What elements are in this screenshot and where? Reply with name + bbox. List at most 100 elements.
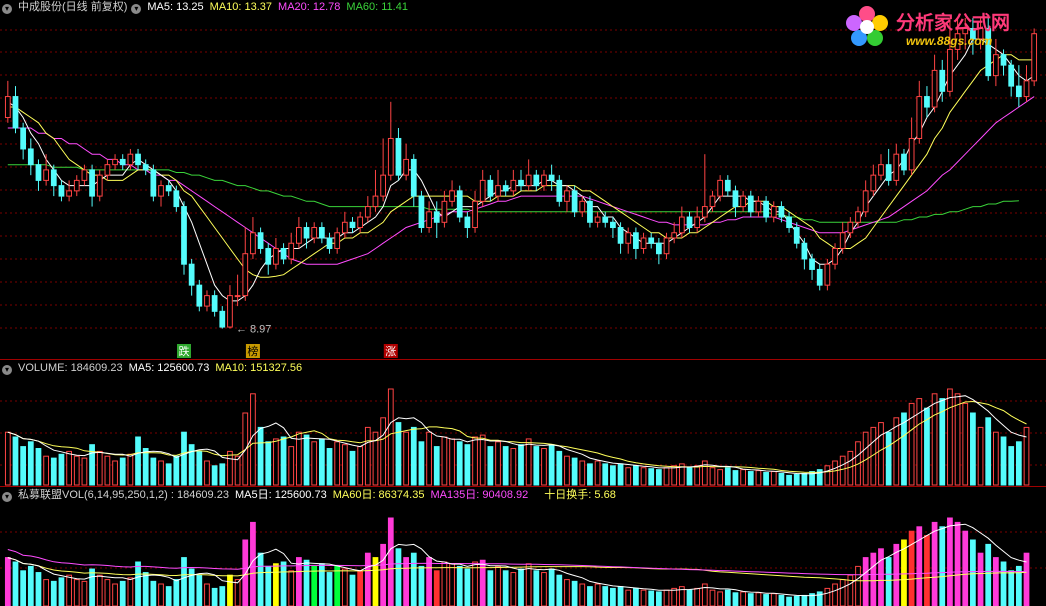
- candle: [633, 232, 639, 249]
- volume-bar: [518, 444, 524, 486]
- candle: [717, 179, 724, 197]
- volume-bar: [671, 465, 678, 486]
- candle: [433, 211, 440, 223]
- candle: [204, 295, 210, 307]
- volume-bar: [211, 465, 218, 486]
- volume-bar: [426, 431, 432, 486]
- volume-bar: [479, 434, 486, 486]
- dropdown-circle-icon[interactable]: ▾: [131, 4, 142, 14]
- dropdown-circle-icon[interactable]: ▾: [2, 4, 12, 14]
- candle: [20, 127, 27, 150]
- volume-bar: [579, 460, 586, 486]
- volume-bar: [303, 434, 310, 486]
- volume-bar: [127, 453, 134, 486]
- indicator-bar: [793, 595, 800, 606]
- candle: [403, 158, 409, 176]
- candle: [487, 179, 494, 197]
- candle: [104, 164, 111, 176]
- indicator-bar: [525, 563, 532, 606]
- candle: [939, 69, 946, 92]
- volume-bar: [740, 469, 746, 486]
- candle: [732, 190, 739, 208]
- candle: [587, 200, 593, 223]
- candle: [855, 211, 861, 223]
- volume-bar: [1000, 436, 1007, 486]
- candle: [27, 148, 34, 166]
- indicator-bar: [464, 568, 471, 606]
- volume-bar: [196, 450, 203, 486]
- candle: [824, 263, 831, 286]
- volume-bar: [142, 448, 149, 486]
- candle: [778, 206, 785, 218]
- candle: [311, 227, 318, 239]
- indicator-bar: [158, 583, 164, 606]
- volume-bar: [824, 465, 831, 486]
- indicator-bar: [977, 552, 984, 606]
- volume-bar: [732, 470, 739, 486]
- ma10-label: MA10: 13.37: [209, 1, 273, 13]
- candle: [188, 263, 195, 286]
- volume-bar: [594, 460, 601, 486]
- indicator-bar: [694, 587, 701, 606]
- dropdown-circle-icon[interactable]: ▾: [2, 492, 12, 502]
- volume-bar: [633, 465, 639, 486]
- event-marker-label: 榜: [247, 344, 258, 358]
- ma20-label: MA20: 12.78: [278, 1, 341, 13]
- indicator-bar: [487, 570, 494, 606]
- indicator-bar: [885, 557, 892, 606]
- indicator-bar: [395, 548, 402, 606]
- volume-bar: [119, 457, 126, 486]
- low-price-label: ← 8.97: [236, 324, 271, 336]
- volume-bar: [717, 469, 724, 486]
- candle: [556, 179, 563, 202]
- volume-bar: [502, 446, 509, 486]
- indicator-bar: [204, 583, 210, 606]
- candle: [564, 190, 570, 202]
- ind-ma60-label: MA60日: 86374.35: [332, 489, 425, 501]
- volume-bar: [992, 431, 999, 486]
- volume-bar: [219, 463, 226, 486]
- candle: [211, 295, 218, 312]
- candle: [257, 232, 264, 249]
- candle: [280, 247, 287, 260]
- volume-bar: [234, 455, 241, 486]
- indicator-bar: [770, 593, 777, 606]
- candle: [518, 179, 524, 187]
- price-chart: ← 8.97 跌 榜 涨: [0, 18, 1046, 360]
- indicator-bar: [273, 563, 279, 606]
- candle: [502, 185, 509, 192]
- volume-bar: [4, 431, 11, 486]
- volume-bar: [318, 438, 325, 486]
- indicator-bar: [73, 579, 80, 606]
- candle: [793, 227, 800, 244]
- indicator-bar: [962, 530, 969, 606]
- candle: [150, 169, 157, 197]
- candle: [885, 164, 892, 181]
- candle: [847, 221, 854, 234]
- indicator-bar: [541, 572, 547, 606]
- candle: [1008, 64, 1015, 87]
- volume-bar: [135, 436, 141, 486]
- indicator-bar: [89, 568, 95, 606]
- candle: [510, 179, 517, 192]
- candle: [73, 179, 80, 192]
- volume-bar: [1015, 441, 1022, 486]
- volume-bar: [556, 450, 563, 486]
- volume-bar: [747, 471, 754, 486]
- candle: [655, 242, 662, 255]
- candle: [441, 200, 448, 223]
- indicator-bar: [58, 577, 65, 606]
- candle: [832, 247, 838, 265]
- volume-bar: [655, 469, 662, 486]
- candle: [273, 247, 279, 265]
- volume-bar: [1008, 446, 1015, 486]
- candle: [364, 206, 371, 218]
- volume-bar: [35, 448, 42, 486]
- candle: [158, 185, 164, 197]
- candle: [135, 153, 141, 166]
- candle: [839, 232, 846, 249]
- dropdown-circle-icon[interactable]: ▾: [2, 365, 12, 375]
- candle: [318, 227, 325, 239]
- volume-bar: [296, 431, 302, 486]
- candle: [579, 200, 586, 213]
